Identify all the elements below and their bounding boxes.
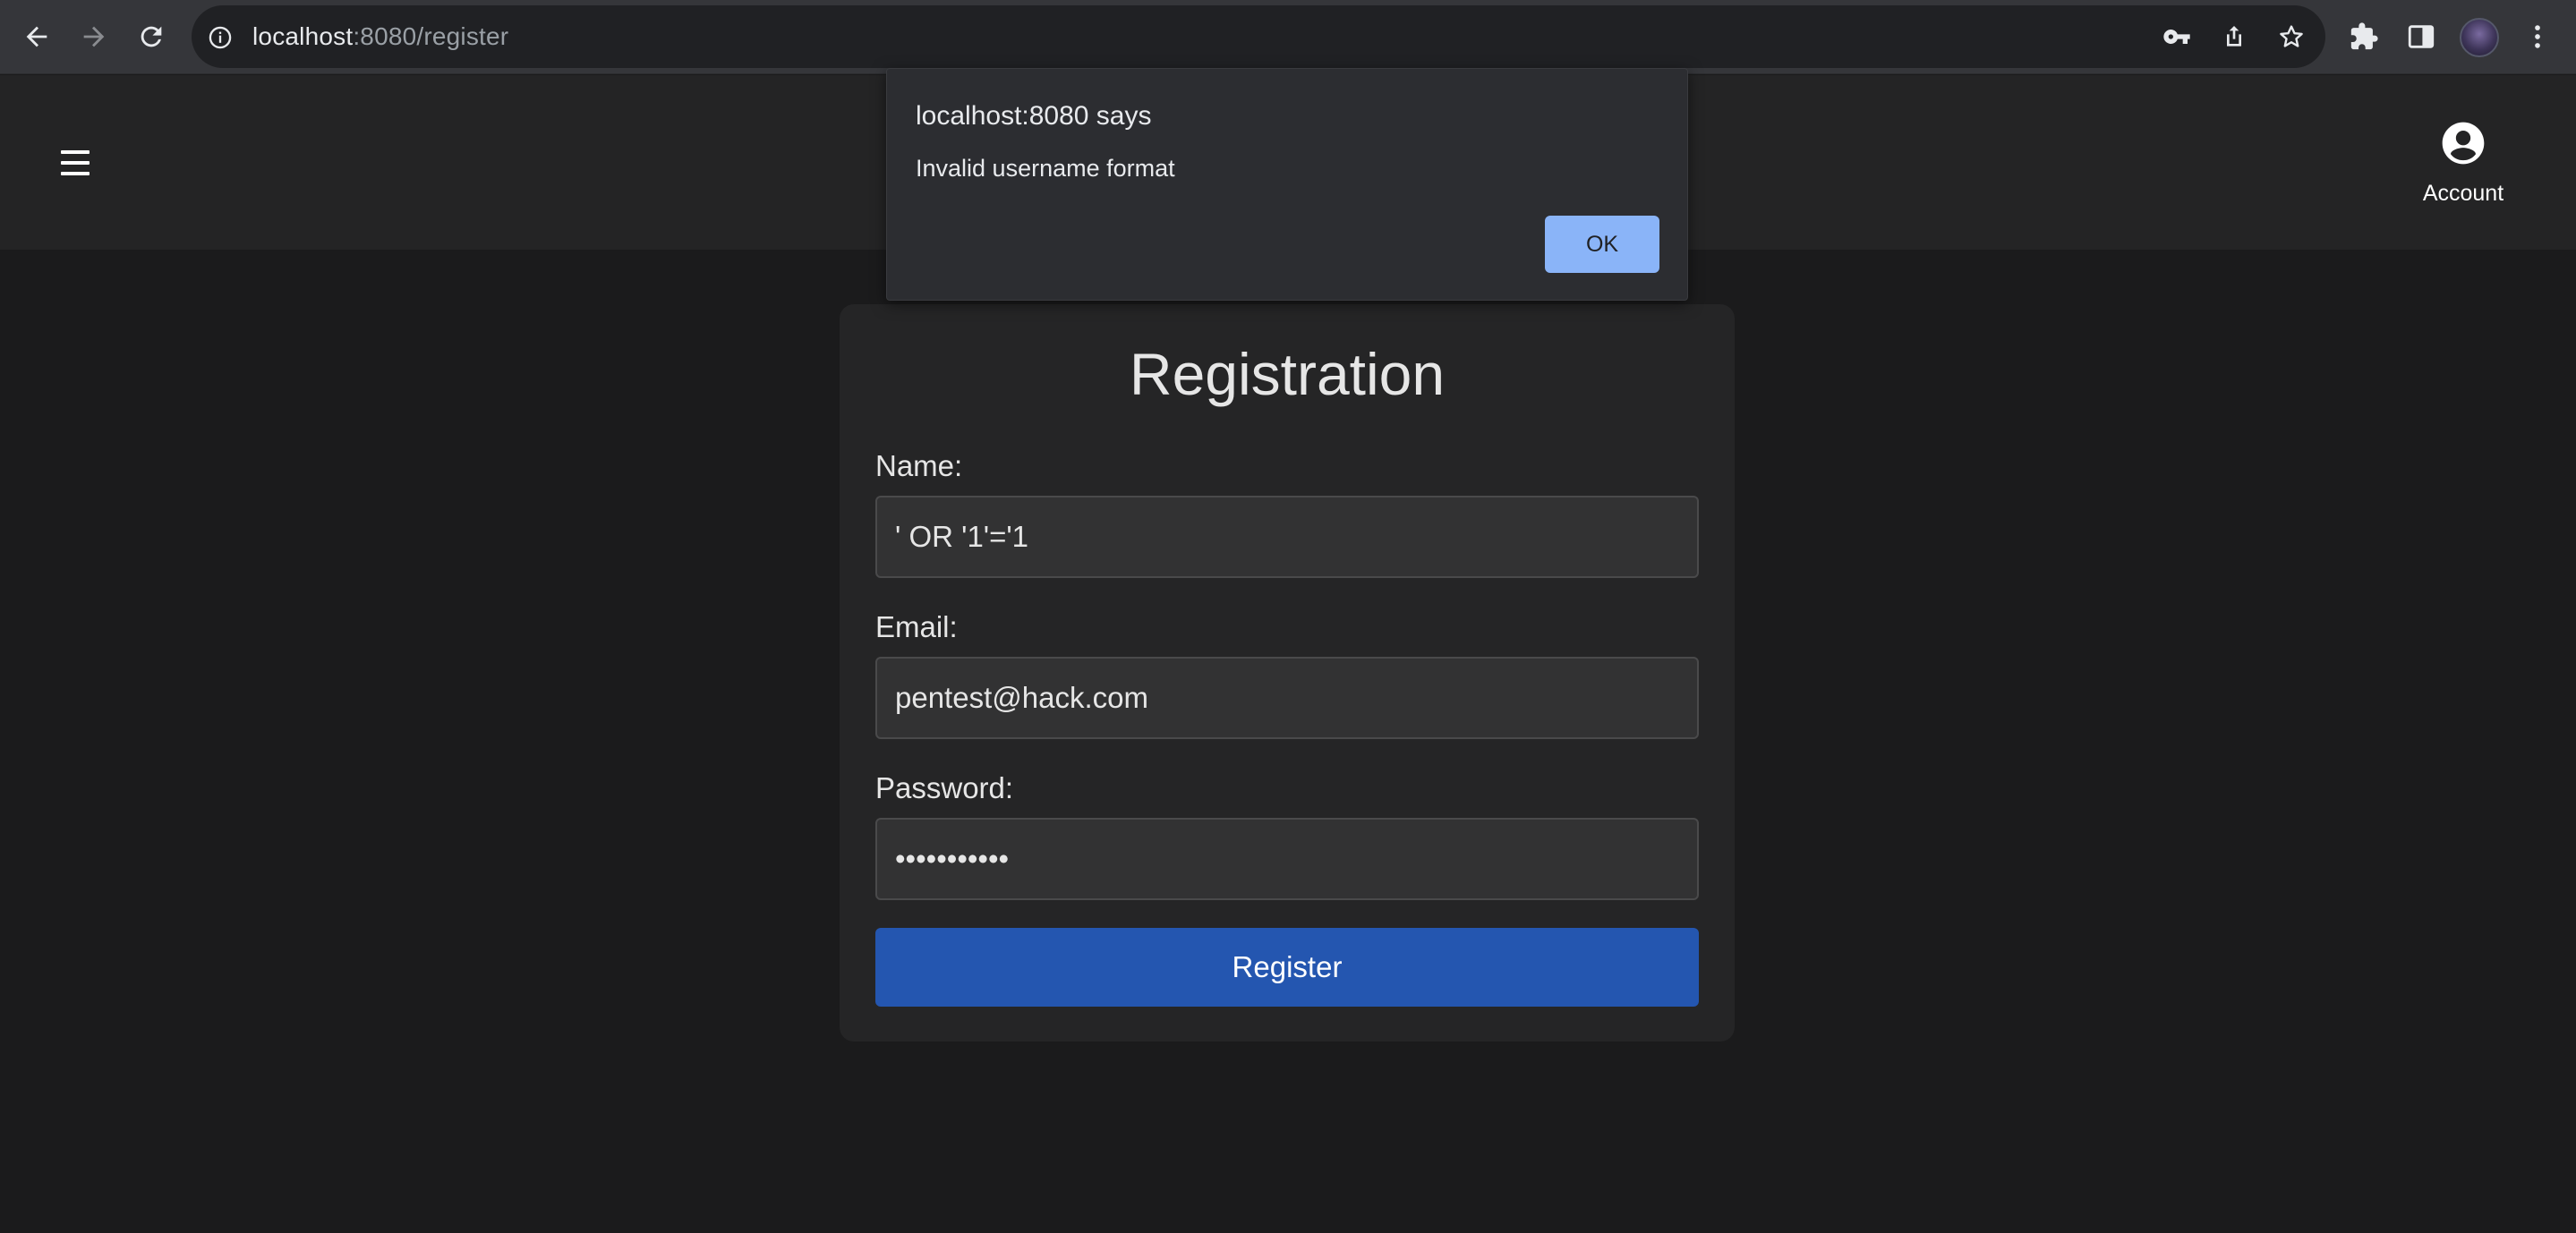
account-circle-icon bbox=[2442, 122, 2485, 165]
account-button[interactable]: Account bbox=[2408, 118, 2519, 217]
page-title: Registration bbox=[1129, 341, 1446, 407]
kebab-menu-icon bbox=[2535, 25, 2540, 48]
address-bar[interactable]: localhost:8080/register bbox=[192, 5, 2325, 68]
info-icon[interactable] bbox=[208, 25, 233, 50]
registration-card: Registration Name: Email: Password: Regi… bbox=[840, 304, 1735, 1042]
email-input[interactable] bbox=[875, 657, 1699, 739]
reload-button[interactable] bbox=[131, 16, 172, 57]
bookmark-button[interactable] bbox=[2275, 21, 2307, 53]
browser-toolbar: localhost:8080/register bbox=[0, 0, 2576, 74]
puzzle-icon bbox=[2350, 22, 2378, 50]
alert-message: Invalid username format bbox=[916, 155, 1175, 182]
share-button[interactable] bbox=[2218, 21, 2250, 53]
forward-button[interactable] bbox=[73, 16, 115, 57]
hamburger-icon[interactable] bbox=[61, 150, 90, 175]
star-icon bbox=[2280, 25, 2303, 47]
password-input[interactable] bbox=[875, 818, 1699, 900]
name-input[interactable] bbox=[875, 496, 1699, 578]
back-button[interactable] bbox=[16, 16, 57, 57]
alert-dialog: localhost:8080 says Invalid username for… bbox=[886, 68, 1688, 301]
forward-arrow-icon bbox=[83, 26, 105, 47]
password-key-button[interactable] bbox=[2161, 21, 2193, 53]
name-label: Name: bbox=[875, 449, 963, 482]
url-path: :8080/register bbox=[353, 22, 509, 50]
alert-title: localhost:8080 says bbox=[916, 101, 1152, 131]
profile-avatar[interactable] bbox=[2460, 18, 2499, 57]
back-arrow-icon bbox=[26, 26, 47, 47]
share-icon bbox=[2227, 26, 2241, 47]
alert-ok-button[interactable]: OK bbox=[1545, 216, 1659, 273]
extensions-button[interactable] bbox=[2345, 18, 2383, 55]
side-panel-button[interactable] bbox=[2402, 18, 2440, 55]
url-text[interactable]: localhost:8080/register bbox=[252, 24, 508, 49]
email-label: Email: bbox=[875, 610, 958, 643]
password-label: Password: bbox=[875, 771, 1014, 804]
key-icon bbox=[2163, 30, 2190, 44]
url-host: localhost bbox=[252, 22, 354, 50]
side-panel-icon bbox=[2408, 25, 2435, 48]
reload-icon bbox=[141, 26, 162, 47]
account-label: Account bbox=[2422, 181, 2504, 206]
browser-menu-button[interactable] bbox=[2519, 18, 2556, 55]
register-button[interactable]: Register bbox=[875, 928, 1699, 1007]
